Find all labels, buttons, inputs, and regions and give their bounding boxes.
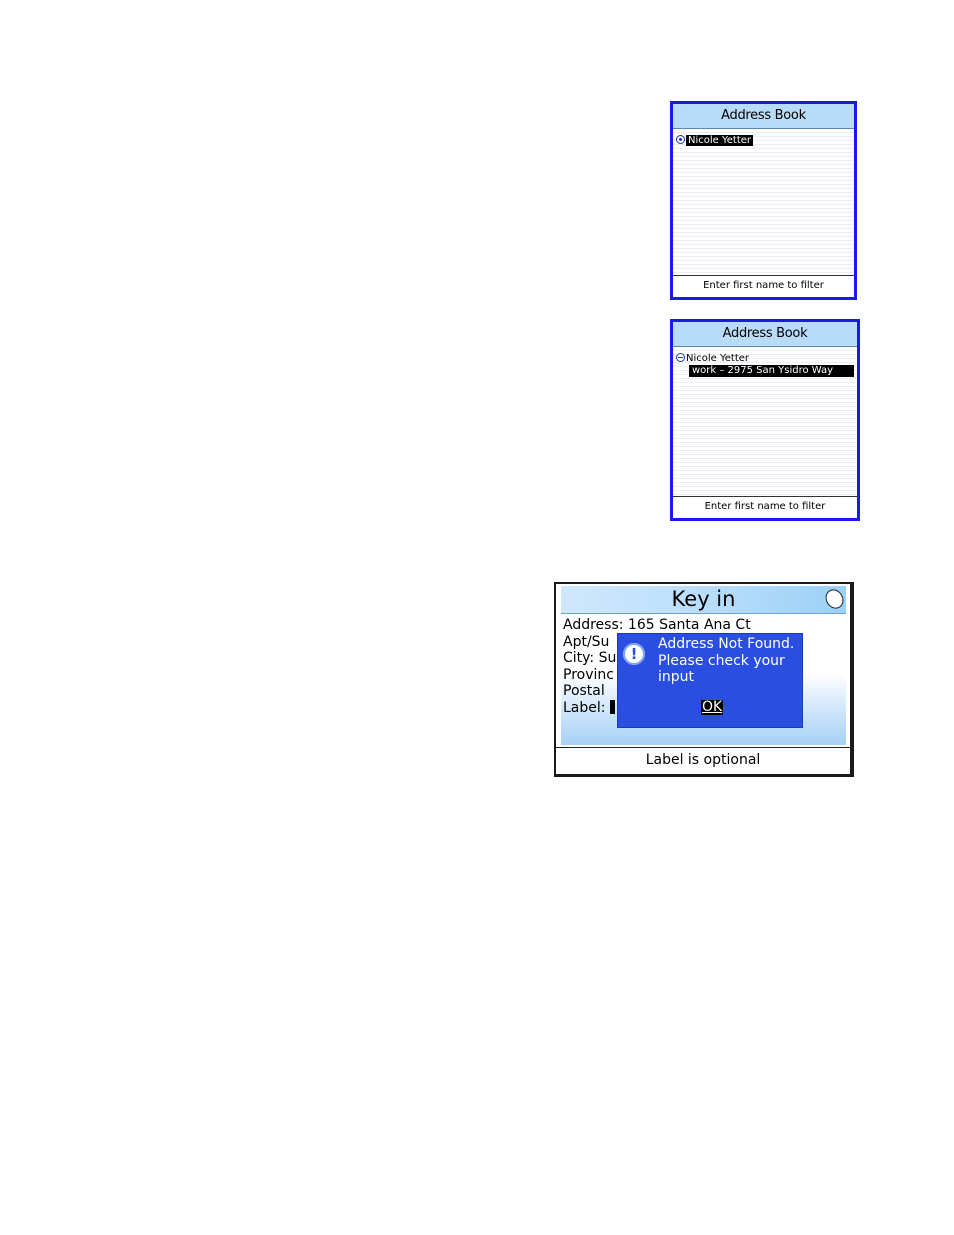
contact-name[interactable]: Nicole Yetter — [686, 353, 749, 364]
dialog-message-line: Please check your — [658, 652, 785, 669]
label-field-label: Label: — [563, 699, 606, 716]
dialog-message-line: input — [658, 669, 695, 686]
list-item[interactable]: Nicole Yetter — [676, 134, 851, 147]
address-book-screen-2: Address Book Nicole Yetter work – 2975 S… — [670, 319, 860, 521]
dialog-message-line: Address Not Found. — [658, 636, 795, 652]
list-item[interactable]: Nicole Yetter — [676, 352, 854, 365]
address-field[interactable]: Address: 165 Santa Ana Ct — [563, 617, 751, 634]
expand-icon[interactable] — [676, 134, 685, 144]
error-dialog: ! Address Not Found. Please check your i… — [617, 633, 803, 728]
text-cursor — [609, 699, 615, 714]
exclamation-icon: ! — [623, 643, 645, 665]
contact-list[interactable]: Nicole Yetter — [673, 129, 854, 275]
contact-list[interactable]: Nicole Yetter work – 2975 San Ysidro Way — [673, 347, 857, 496]
key-in-form: Key in Address: 165 Santa Ana Ct Apt/Su … — [561, 586, 847, 745]
ok-button[interactable]: OK — [701, 700, 724, 715]
key-in-screen: Key in Address: 165 Santa Ana Ct Apt/Su … — [554, 582, 854, 777]
collapse-icon[interactable] — [676, 352, 685, 362]
address-book-screen-1: Address Book Nicole Yetter Enter first n… — [670, 101, 857, 300]
screen-title: Address Book — [673, 322, 857, 347]
screen-title: Key in — [561, 586, 846, 614]
address-entry[interactable]: work – 2975 San Ysidro Way — [689, 365, 854, 377]
filter-hint: Enter first name to filter — [673, 496, 857, 518]
label-hint: Label is optional — [556, 747, 850, 774]
screen-title: Address Book — [673, 104, 854, 129]
dialog-message: Address Not Found. Please check your inp… — [658, 636, 794, 686]
filter-hint: Enter first name to filter — [673, 275, 854, 297]
contact-name[interactable]: Nicole Yetter — [686, 135, 754, 146]
